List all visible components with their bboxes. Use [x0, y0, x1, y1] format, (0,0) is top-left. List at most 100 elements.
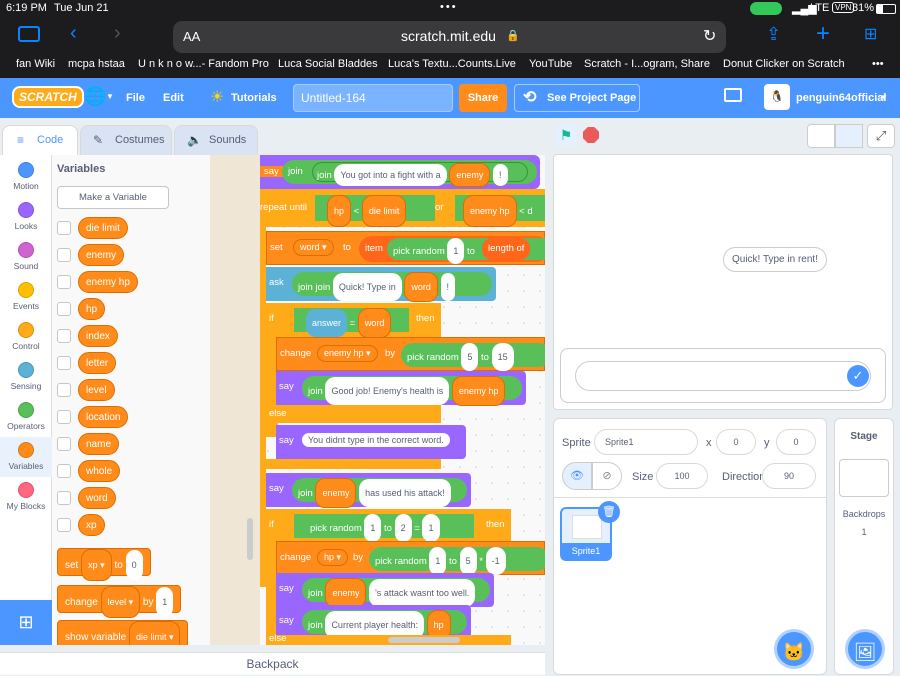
- y-input[interactable]: 0: [776, 429, 816, 455]
- category-events[interactable]: Events: [0, 277, 52, 317]
- join-reporter[interactable]: join Current player health: hp: [302, 610, 467, 640]
- variable-reporter[interactable]: enemy: [78, 244, 125, 266]
- sprite-name-input[interactable]: Sprite1: [594, 429, 698, 455]
- green-flag-icon[interactable]: ⚑: [555, 124, 577, 146]
- number-input[interactable]: 1: [422, 514, 440, 542]
- change-variable-block[interactable]: change enemy hp ▾ by pick random 5 to 15: [276, 337, 545, 371]
- join-reporter[interactable]: join Good job! Enemy's health is enemy h…: [302, 376, 522, 406]
- or-operator[interactable]: hp < die limit: [315, 195, 435, 227]
- less-than-operator[interactable]: enemy hp < d: [455, 195, 545, 227]
- change-variable-block[interactable]: change hp ▾ by pick random 1 to 5 * -1: [276, 541, 545, 575]
- variable-dropdown[interactable]: die limit ▾: [128, 621, 181, 645]
- join-reporter[interactable]: join enemy has used his attack!: [292, 478, 467, 508]
- variable-reporter[interactable]: die limit: [361, 195, 407, 227]
- variable-checkbox[interactable]: [57, 221, 71, 235]
- pick-random-reporter[interactable]: pick random 5 to 15: [401, 343, 545, 371]
- sidebar-icon[interactable]: [18, 26, 40, 42]
- x-input[interactable]: 0: [716, 429, 756, 455]
- variable-checkbox[interactable]: [57, 383, 71, 397]
- variable-checkbox[interactable]: [57, 275, 71, 289]
- variable-dropdown[interactable]: word ▾: [293, 239, 334, 256]
- variable-reporter[interactable]: whole: [78, 460, 121, 482]
- avatar[interactable]: 🐧: [764, 84, 790, 110]
- backpack-bar[interactable]: Backpack: [0, 652, 545, 675]
- if-block[interactable]: if pick random 1 to 2 = 1 then: [266, 509, 511, 543]
- bookmarks-more-button[interactable]: •••: [872, 58, 884, 70]
- say-block[interactable]: say join enemy 's attack wasnt too well.: [276, 573, 494, 608]
- variable-reporter[interactable]: enemy hp: [78, 271, 138, 293]
- folder-icon[interactable]: [724, 88, 742, 102]
- variable-reporter[interactable]: name: [78, 433, 120, 455]
- see-project-page-button[interactable]: ⟲ See Project Page: [514, 84, 640, 112]
- variable-checkbox[interactable]: [57, 518, 71, 532]
- value-input[interactable]: 0: [125, 550, 143, 580]
- variable-reporter[interactable]: word: [357, 308, 392, 338]
- file-menu[interactable]: File: [126, 78, 145, 118]
- share-icon[interactable]: ⇪: [766, 24, 781, 45]
- large-stage-button[interactable]: [835, 124, 863, 148]
- make-variable-button[interactable]: Make a Variable: [57, 186, 169, 209]
- hide-eye-icon[interactable]: ⊘: [592, 462, 622, 490]
- choose-sprite-icon[interactable]: 🐱: [774, 629, 814, 669]
- variable-reporter[interactable]: enemy hp: [451, 376, 506, 406]
- bookmark-item[interactable]: YouTube: [529, 58, 572, 70]
- say-block[interactable]: say You didnt type in the correct word.: [276, 425, 466, 459]
- script-area[interactable]: say join join You got into a fight with …: [260, 155, 545, 645]
- text-input[interactable]: You didnt type in the correct word.: [302, 433, 450, 447]
- tab-sounds[interactable]: 🔈 Sounds: [174, 125, 258, 155]
- multitask-dots-icon[interactable]: •••: [440, 1, 458, 13]
- chevron-down-icon[interactable]: ▼: [106, 92, 114, 101]
- number-input[interactable]: 15: [491, 343, 514, 371]
- join-inner[interactable]: join You got into a fight with a enemy !: [312, 162, 528, 187]
- change-variable-block[interactable]: change level ▾ by 1: [57, 585, 182, 618]
- delete-trash-icon[interactable]: 🗑: [598, 501, 620, 523]
- number-input[interactable]: -1: [485, 547, 506, 575]
- reload-icon[interactable]: ↻: [703, 26, 716, 46]
- variable-reporter[interactable]: hp: [78, 298, 106, 320]
- variable-reporter[interactable]: enemy hp: [463, 195, 517, 227]
- text-input[interactable]: You got into a fight with a: [334, 164, 447, 186]
- item-reporter[interactable]: item pick random 1 to length of: [359, 236, 545, 264]
- bookmark-item[interactable]: Luca's Textu...Counts.Live: [388, 58, 516, 70]
- text-input[interactable]: !: [492, 164, 508, 186]
- category-sound[interactable]: Sound: [0, 237, 52, 277]
- variable-reporter[interactable]: location: [78, 406, 129, 428]
- back-icon[interactable]: ‹: [70, 22, 77, 45]
- variable-dropdown[interactable]: enemy hp ▾: [317, 345, 378, 362]
- backdrop-thumbnail[interactable]: [839, 459, 889, 497]
- add-extension-button[interactable]: ⊞: [0, 600, 52, 645]
- variable-checkbox[interactable]: [57, 437, 71, 451]
- text-input[interactable]: !: [440, 273, 456, 301]
- stage-selector-panel[interactable]: Stage Backdrops 1 🖼: [834, 418, 894, 675]
- tab-costumes[interactable]: ✎ Costumes: [80, 125, 172, 155]
- variable-checkbox[interactable]: [57, 329, 71, 343]
- bookmark-item[interactable]: Scratch - I...ogram, Share: [584, 58, 710, 70]
- number-input[interactable]: 2: [394, 514, 412, 542]
- if-block[interactable]: if answer = word then: [266, 303, 441, 338]
- category-motion[interactable]: Motion: [0, 157, 52, 197]
- bookmark-item[interactable]: Donut Clicker on Scratch: [723, 58, 845, 70]
- length-of-reporter[interactable]: length of: [482, 238, 531, 260]
- variable-checkbox[interactable]: [57, 302, 71, 316]
- pick-random-reporter[interactable]: pick random 1 to length of: [387, 238, 545, 264]
- value-input[interactable]: 1: [156, 587, 174, 617]
- category-control[interactable]: Control: [0, 317, 52, 357]
- variable-reporter[interactable]: enemy: [315, 478, 357, 508]
- stop-icon[interactable]: [583, 127, 599, 143]
- answer-input[interactable]: [575, 361, 871, 391]
- variable-reporter[interactable]: letter: [78, 352, 117, 374]
- variable-dropdown[interactable]: level ▾: [100, 586, 141, 618]
- category-variables[interactable]: Variables: [0, 437, 52, 477]
- edit-menu[interactable]: Edit: [163, 78, 184, 118]
- small-stage-button[interactable]: [807, 124, 835, 148]
- bookmark-item[interactable]: Luca Social Bladdes: [278, 58, 378, 70]
- set-variable-block[interactable]: set xp ▾ to 0: [57, 548, 151, 581]
- join-reporter[interactable]: join join You got into a fight with a en…: [282, 160, 537, 187]
- category-sensing[interactable]: Sensing: [0, 357, 52, 397]
- fullscreen-icon[interactable]: ⤢: [867, 124, 895, 148]
- variable-checkbox[interactable]: [57, 491, 71, 505]
- url-text[interactable]: scratch.mit.edu: [401, 28, 496, 44]
- tutorials-button[interactable]: Tutorials: [231, 78, 277, 118]
- say-block[interactable]: say join Current player health: hp: [276, 605, 471, 640]
- number-input[interactable]: 1: [447, 238, 465, 264]
